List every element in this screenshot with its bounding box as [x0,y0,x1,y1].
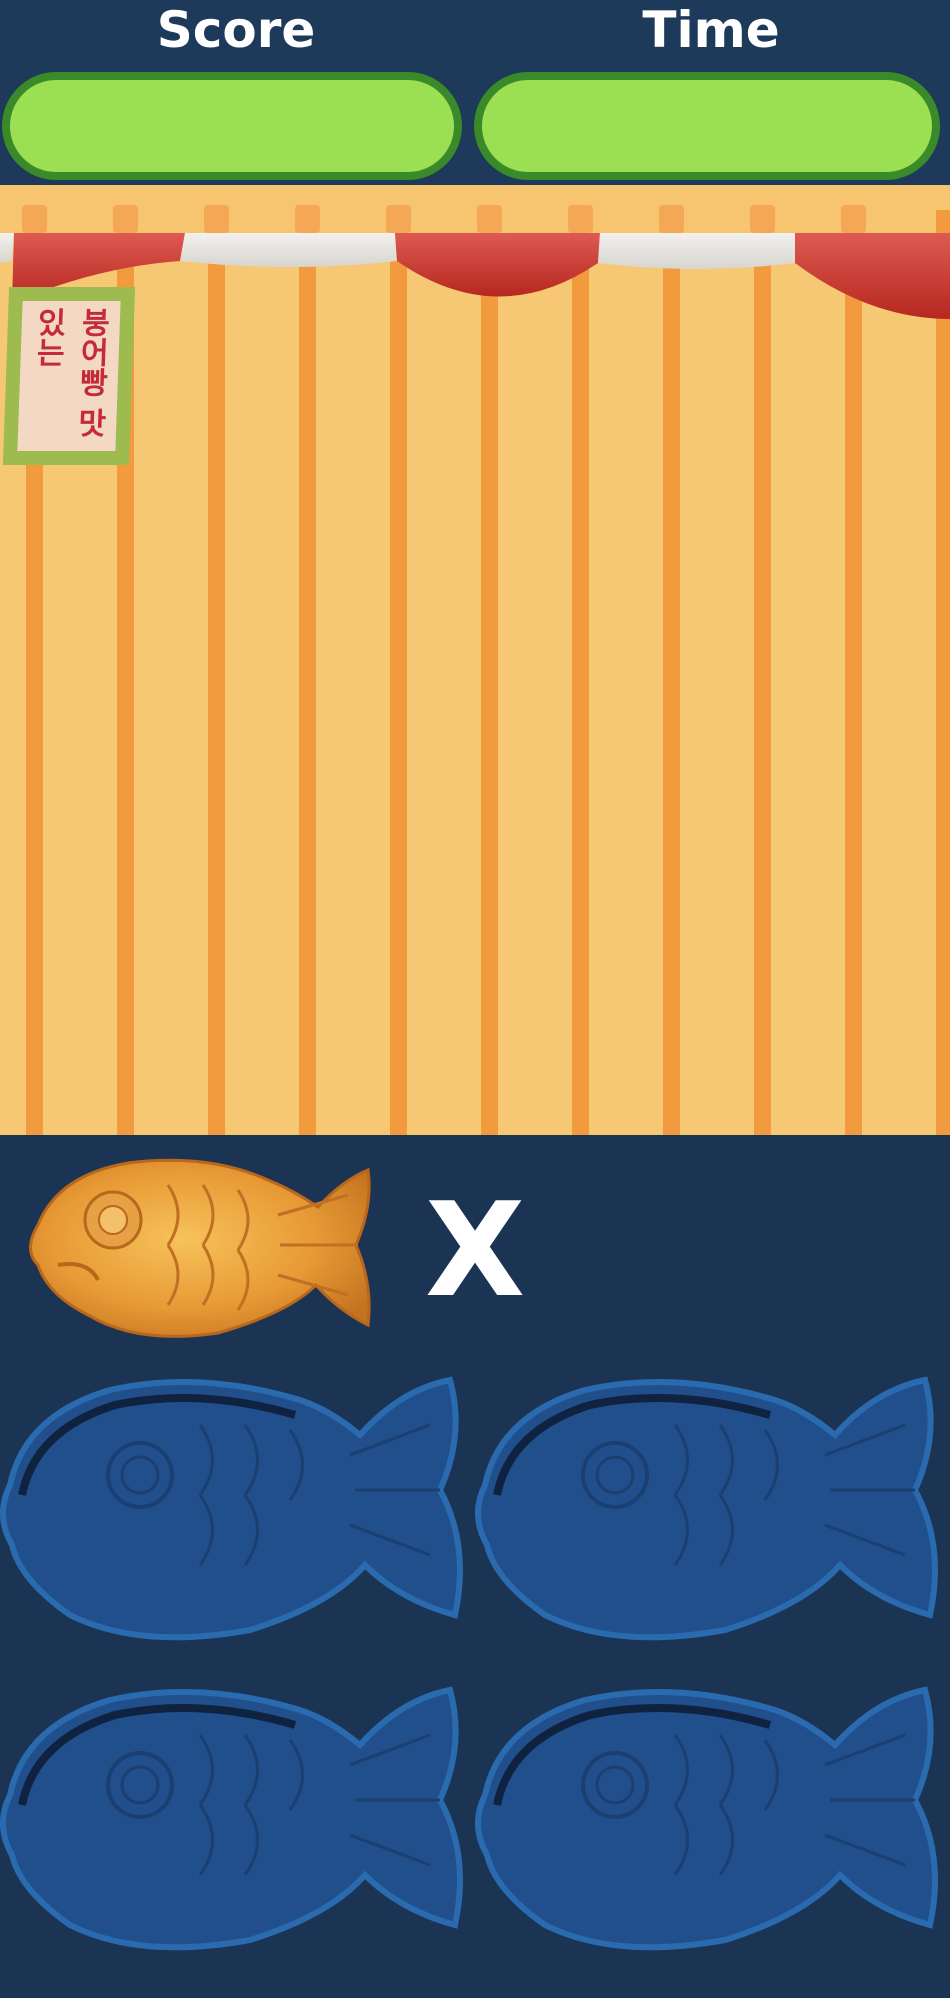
time-panel: Time [472,0,950,185]
stall-sign-panel: 붕어빵 맛있는 [17,301,121,451]
pole-cap [295,205,320,233]
pole-cap [659,205,684,233]
time-bar [474,72,940,180]
order-multiplier: X [425,1174,526,1326]
stall-pole [481,210,498,1135]
fish-mold-slot[interactable] [0,1365,470,1645]
game-screen: Score Time 붕어빵 맛있는 X [0,0,950,1998]
pole-cap [204,205,229,233]
score-label: Score [156,1,316,59]
time-label: Time [642,1,780,59]
pole-cap [22,205,47,233]
stall-top-rail [0,185,950,233]
hud: Score Time [0,0,950,185]
stall-pole [299,210,316,1135]
stall-pole [663,210,680,1135]
stall-pole [572,210,589,1135]
fish-mold-slot[interactable] [474,1365,945,1645]
mold-board: X [0,1135,950,1998]
food-stall: 붕어빵 맛있는 [0,185,950,1135]
bungeoppang-icon [18,1145,378,1355]
pole-cap [568,205,593,233]
stall-sign-text: 붕어빵 맛있는 [29,307,111,438]
pole-cap [750,205,775,233]
stall-pole [208,210,225,1135]
pole-cap [841,205,866,233]
score-bar [2,72,462,180]
score-bar-fill [10,80,454,172]
score-panel: Score [0,0,472,185]
stall-pole [390,210,407,1135]
stall-sign: 붕어빵 맛있는 [2,287,136,465]
fish-mold-slot[interactable] [0,1675,470,1955]
pole-cap [386,205,411,233]
stall-pole [754,210,771,1135]
stall-pole [936,210,950,1135]
stall-pole [845,210,862,1135]
fish-mold-slot[interactable] [474,1675,945,1955]
time-bar-fill [482,80,932,172]
pole-cap [477,205,502,233]
pole-cap [113,205,138,233]
striped-awning [0,233,950,319]
